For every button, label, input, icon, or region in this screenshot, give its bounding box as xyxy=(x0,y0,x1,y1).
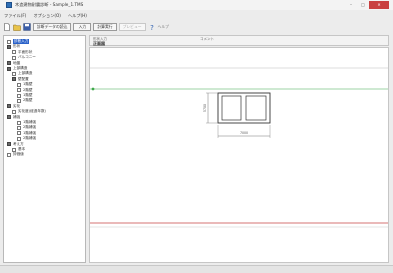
menu-help[interactable]: ヘルプ(H) xyxy=(68,13,87,19)
svg-text:?: ? xyxy=(150,24,154,31)
help-icon[interactable]: ? xyxy=(148,23,156,31)
app-window: 木造建物耐震診断 - Sample_1.TMS – □ ✕ ファイル(F) オプ… xyxy=(0,0,393,273)
width-dimension: 7000 xyxy=(217,125,271,138)
height-dimension: 5700 xyxy=(203,92,218,124)
tree-panel[interactable]: 診断入力 形状 平面形状 バルコニー 地盤 上部構造 上部構造 壁配置 1階壁 2階壁 1階壁 2階壁… xyxy=(3,35,86,263)
folder-icon xyxy=(7,104,11,109)
tree-item[interactable]: 地盤 xyxy=(7,61,20,66)
folder-icon xyxy=(12,77,16,82)
node-icon xyxy=(17,93,21,98)
tree-item-label: 平面形状 xyxy=(18,49,33,54)
print-preview-button[interactable]: プレビュー xyxy=(118,23,146,31)
help-label[interactable]: ヘルプ xyxy=(158,24,169,30)
node-icon xyxy=(17,98,21,103)
node-icon xyxy=(12,147,16,152)
tree-item-label: 補強 xyxy=(13,114,21,119)
open-folder-icon[interactable] xyxy=(13,23,21,31)
node-icon xyxy=(17,131,21,136)
tree-item[interactable]: 劣化度(経過年数) xyxy=(12,109,46,114)
menu-bar: ファイル(F) オプション(O) ヘルプ(H) xyxy=(0,11,393,20)
judge-button[interactable]: 計算実行 xyxy=(93,23,117,31)
folder-icon xyxy=(7,61,11,66)
tree-item[interactable]: 2階壁 xyxy=(17,98,32,103)
drawing-canvas[interactable]: 5700 7000 xyxy=(89,47,389,263)
new-file-icon[interactable] xyxy=(3,23,11,31)
tree-item-label: 地盤 xyxy=(13,60,21,65)
menu-file[interactable]: ファイル(F) xyxy=(4,13,26,19)
node-icon xyxy=(12,109,16,114)
window-title: 木造建物耐震診断 - Sample_1.TMS xyxy=(15,2,84,7)
app-icon xyxy=(6,2,12,8)
tree-item[interactable]: 平面形状 xyxy=(12,50,32,55)
tree-item[interactable]: 補強 xyxy=(7,115,20,120)
tree-item-label: 上部構造 xyxy=(18,71,33,76)
building-elevation[interactable] xyxy=(217,92,271,124)
open-data-button[interactable]: 診断データの読込 xyxy=(33,23,72,31)
menu-options[interactable]: オプション(O) xyxy=(33,13,61,19)
node-icon xyxy=(7,152,11,157)
tree-item[interactable]: 考え方 xyxy=(7,142,24,147)
pane-header: 形状入力 コメント 正面図 xyxy=(89,35,389,46)
close-button[interactable]: ✕ xyxy=(369,1,389,9)
width-dimension-label: 7000 xyxy=(240,131,248,135)
tree-item-label: 劣化度(経過年数) xyxy=(18,109,46,114)
tree-item-label: バルコニー xyxy=(18,55,36,60)
node-icon xyxy=(17,136,21,141)
folder-icon xyxy=(7,44,11,49)
folder-icon xyxy=(7,142,11,147)
tree-item-label: 考え方 xyxy=(13,141,24,146)
window-controls: – □ ✕ xyxy=(345,1,389,9)
node-icon xyxy=(12,55,16,60)
tree-item[interactable]: 上部構造 xyxy=(12,71,32,76)
tree-item[interactable]: バルコニー xyxy=(12,55,36,60)
toolbar: 診断データの読込 入力 計算実行 プレビュー ? ヘルプ xyxy=(0,21,393,33)
tree-item-label: 2階壁 xyxy=(23,98,33,103)
minimize-button[interactable]: – xyxy=(345,1,357,9)
title-bar[interactable]: 木造建物耐震診断 - Sample_1.TMS – □ ✕ xyxy=(0,0,393,10)
folder-icon xyxy=(7,115,11,120)
tree-item-label: 2階壁 xyxy=(23,87,33,92)
tree-item[interactable]: 2階補強 xyxy=(17,125,36,130)
tree-item-label: 評価値 xyxy=(13,152,24,157)
node-icon xyxy=(17,82,21,87)
node-icon xyxy=(17,125,21,130)
height-dimension-label: 5700 xyxy=(203,104,207,112)
node-icon xyxy=(12,71,16,76)
tree-item[interactable]: 1階壁 xyxy=(17,82,32,87)
tree-item[interactable]: 2階補強 xyxy=(17,136,36,141)
tree-item[interactable]: 評価値 xyxy=(7,152,24,157)
input-button[interactable]: 入力 xyxy=(73,23,92,31)
folder-icon xyxy=(7,66,11,71)
tree-item-label: 形状 xyxy=(13,44,21,49)
maximize-button[interactable]: □ xyxy=(357,1,369,9)
pane-right-caption: コメント xyxy=(200,37,214,41)
node-icon xyxy=(17,88,21,93)
node-icon xyxy=(12,50,16,55)
node-icon xyxy=(7,39,11,44)
tree-item-label: 2階補強 xyxy=(23,125,37,130)
save-icon[interactable] xyxy=(23,23,31,31)
base-point-marker[interactable] xyxy=(91,87,95,91)
status-bar xyxy=(0,265,393,273)
tree-item-label: 2階補強 xyxy=(23,136,37,141)
tree-item[interactable]: 形状 xyxy=(7,44,20,49)
tree-item[interactable]: 2階壁 xyxy=(17,88,32,93)
tree-item-label: 1階壁 xyxy=(23,82,33,87)
node-icon xyxy=(17,120,21,125)
